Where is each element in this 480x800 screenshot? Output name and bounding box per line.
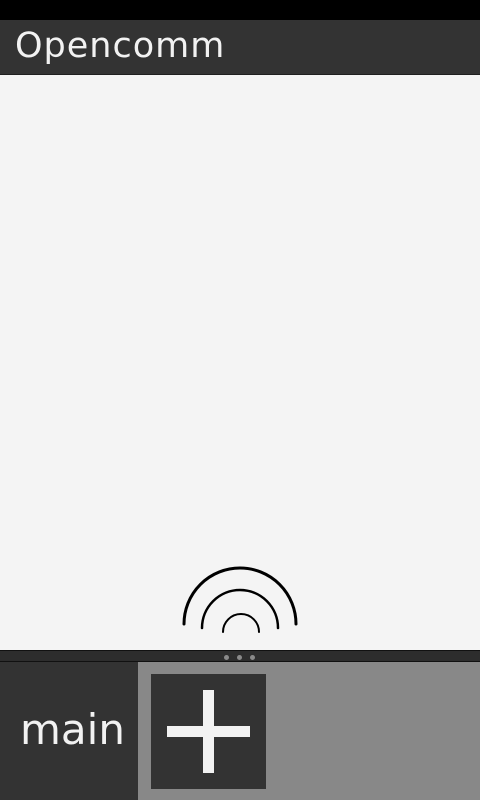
handle-dot [224, 655, 229, 660]
handle-dot [237, 655, 242, 660]
title-bar: Opencomm [0, 20, 480, 75]
handle-dot [250, 655, 255, 660]
signal-arcs-icon [182, 566, 298, 633]
app-title: Opencomm [15, 26, 226, 66]
add-tab-button[interactable] [151, 674, 266, 789]
tab-main[interactable]: main [0, 662, 138, 800]
plus-icon [167, 690, 250, 773]
drag-handle[interactable] [0, 650, 480, 662]
tab-label: main [20, 705, 125, 754]
status-bar [0, 0, 480, 20]
bottom-tab-bar: main [0, 662, 480, 800]
